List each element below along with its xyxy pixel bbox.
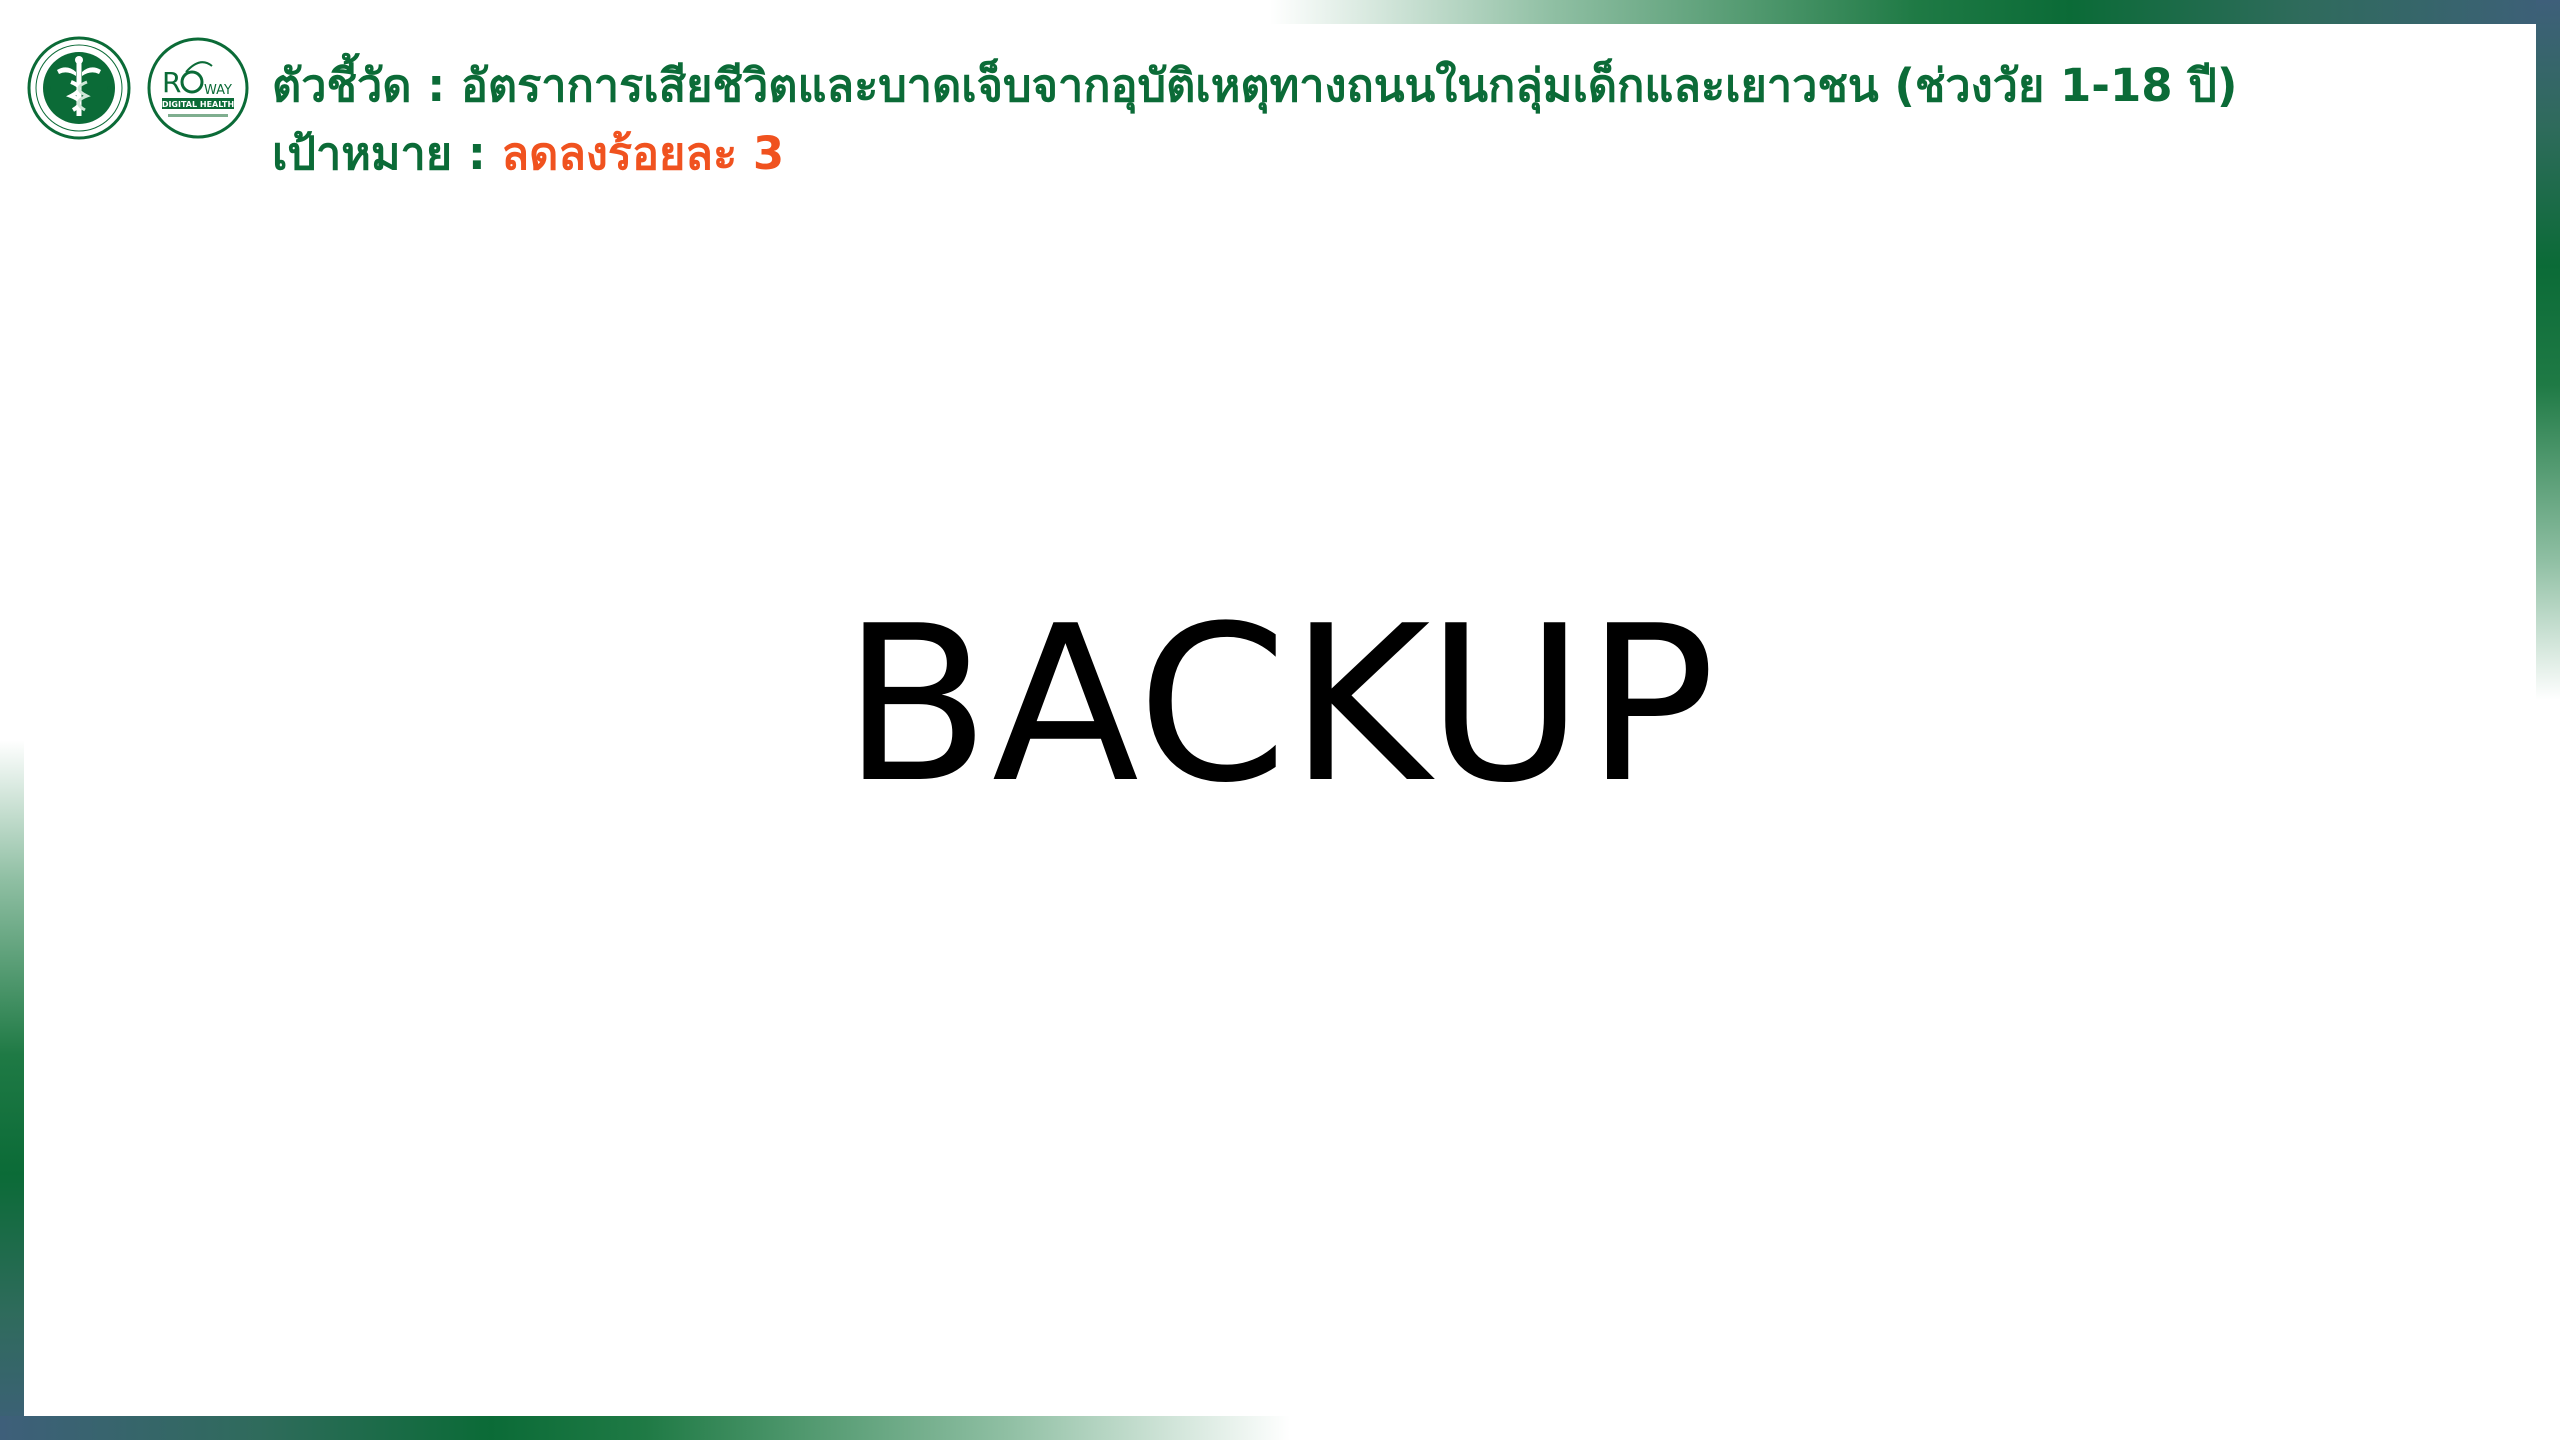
slide: R WAY DIGITAL HEALTH ตัวชี้วัด : อัตรากา… <box>0 0 2560 1440</box>
indicator-text: อัตราการเสียชีวิตและบาดเจ็บจากอุบัติเหตุ… <box>460 59 2238 112</box>
roway-logo: R WAY DIGITAL HEALTH <box>146 36 250 140</box>
target-value: ลดลงร้อยละ 3 <box>501 127 785 180</box>
target-label: เป้าหมาย : <box>272 127 486 180</box>
decorative-left-bar <box>0 740 24 1440</box>
backup-title: BACKUP <box>842 579 1718 830</box>
indicator-label: ตัวชี้วัด : <box>272 59 446 112</box>
slide-header: ตัวชี้วัด : อัตราการเสียชีวิตและบาดเจ็บจ… <box>272 52 2512 188</box>
svg-text:R: R <box>162 66 181 99</box>
indicator-line: ตัวชี้วัด : อัตราการเสียชีวิตและบาดเจ็บจ… <box>272 52 2512 120</box>
decorative-bottom-bar <box>0 1416 1290 1440</box>
moph-logo <box>27 36 131 140</box>
svg-text:WAY: WAY <box>204 83 232 98</box>
svg-text:DIGITAL HEALTH: DIGITAL HEALTH <box>162 100 234 109</box>
target-line: เป้าหมาย : ลดลงร้อยละ 3 <box>272 120 2512 188</box>
decorative-top-bar <box>1270 0 2560 24</box>
